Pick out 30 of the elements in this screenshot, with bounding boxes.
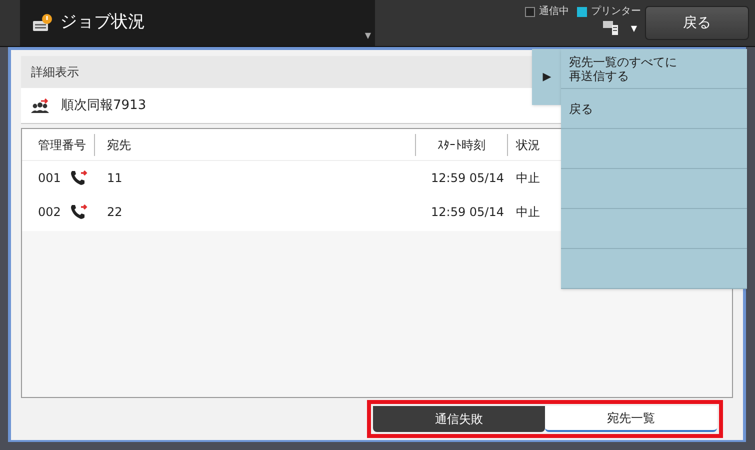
dropdown-icon[interactable]: ▼ [630,23,637,35]
back-button[interactable]: 戻る [645,6,749,40]
table-cell-text: 001 [37,170,62,187]
side-panel-tab[interactable]: ▶ [532,49,562,105]
collapse-icon: ▶ [542,68,552,86]
table-cell-text: 中止 [515,170,541,187]
phone-arrow-icon [69,203,89,221]
table-cell-text: 002 [37,204,62,221]
table-cell-text: 12:59 05/14 [430,204,505,221]
job-status-icon [32,14,52,32]
menu-item[interactable]: 宛先一覧のすべてに 再送信する [561,49,747,89]
column-header: 宛先 [94,134,415,156]
table-cell-text: 中止 [515,204,541,221]
printer-icon [602,21,619,35]
group-arrow-icon [31,98,49,114]
bottom-tab[interactable]: 宛先一覧 [545,406,717,432]
column-header: 管理番号 [37,136,87,154]
table-cell-text: 22 [106,204,124,221]
table-cell-text: 12:59 05/14 [430,170,505,187]
job-name: 順次同報7913 [61,96,146,115]
dropdown-icon[interactable]: ▼ [364,30,371,42]
menu-item[interactable]: 戻る [561,89,747,129]
window-title: ジョブ状況 [60,11,145,34]
phone-arrow-icon [69,169,89,187]
section-heading: 詳細表示 [31,64,79,81]
bottom-tab[interactable]: 通信失敗 [373,406,545,432]
status-label: プリンター [591,4,641,19]
table-cell-text: 11 [106,170,124,187]
column-header: ｽﾀｰﾄ時刻 [415,134,507,156]
status-label: 通信中 [539,4,569,19]
